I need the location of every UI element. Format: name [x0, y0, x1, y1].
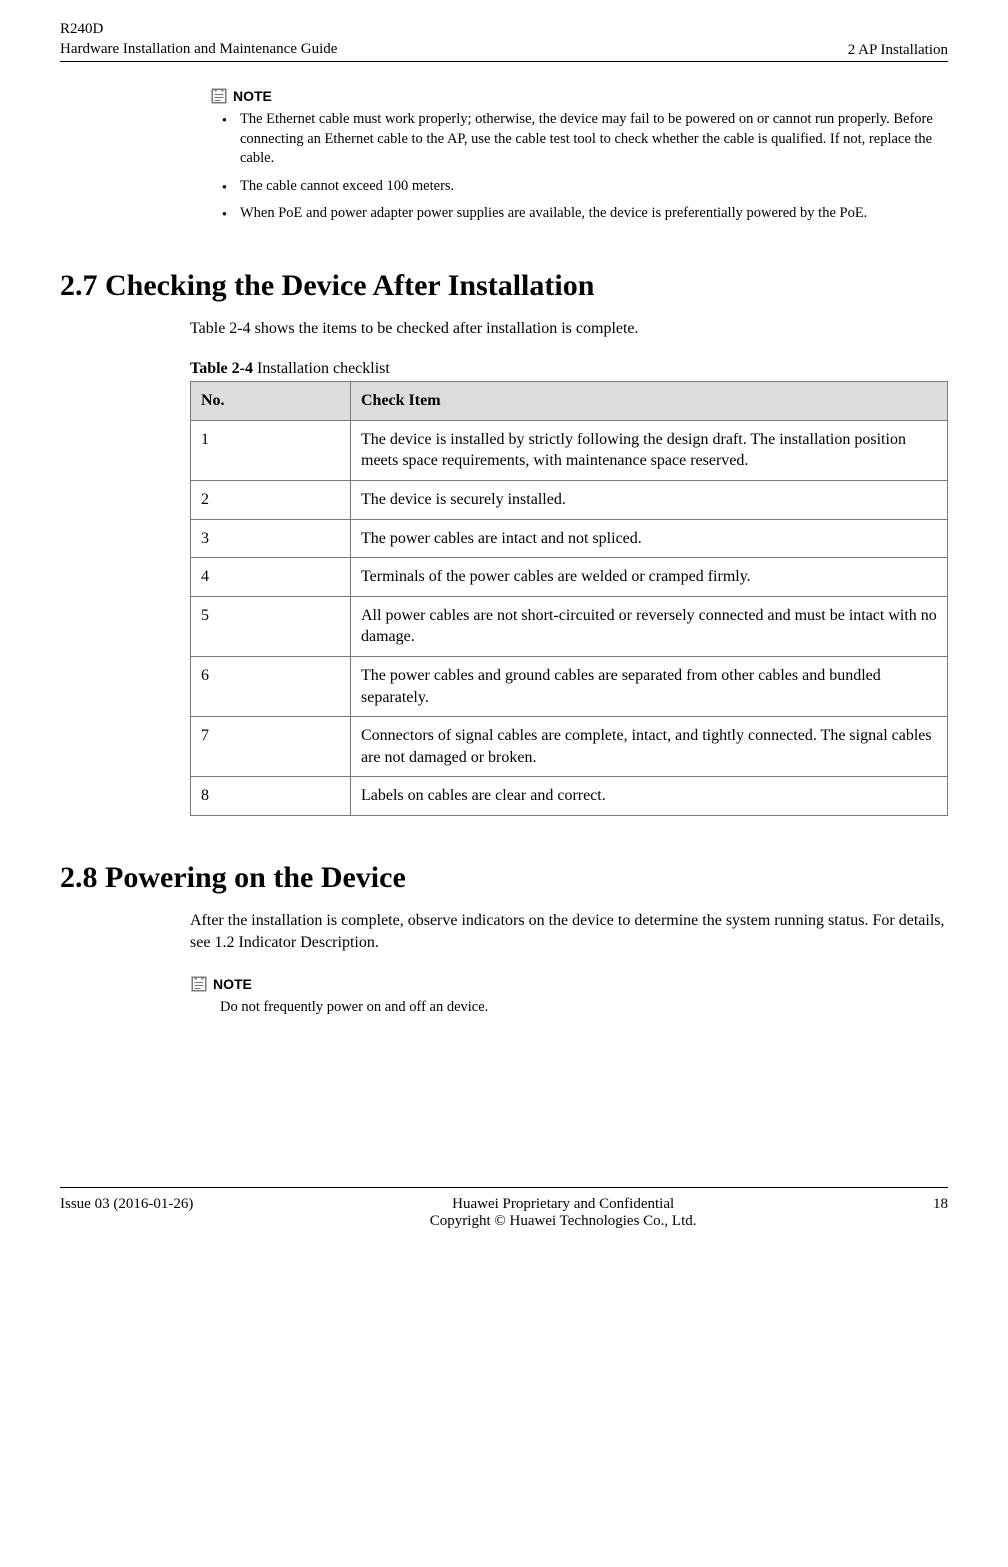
cell-no: 5: [191, 596, 351, 656]
page-footer: Issue 03 (2016-01-26) Huawei Proprietary…: [60, 1187, 948, 1230]
note-label: NOTE: [213, 976, 252, 992]
section-2-7-heading: 2.7 Checking the Device After Installati…: [60, 269, 948, 303]
header-left: R240D Hardware Installation and Maintena…: [60, 20, 337, 59]
table-row: 1 The device is installed by strictly fo…: [191, 420, 948, 480]
table-header-row: No. Check Item: [191, 382, 948, 421]
table-row: 5 All power cables are not short-circuit…: [191, 596, 948, 656]
note-item: The Ethernet cable must work properly; o…: [240, 110, 948, 169]
note-header: NOTE: [210, 87, 948, 105]
cell-item: Labels on cables are clear and correct.: [351, 777, 948, 816]
col-no: No.: [191, 382, 351, 421]
note-block-2: NOTE Do not frequently power on and off …: [190, 975, 948, 1018]
note-label: NOTE: [233, 88, 272, 104]
page-header: R240D Hardware Installation and Maintena…: [60, 20, 948, 62]
table-caption-text: Installation checklist: [253, 360, 390, 377]
cell-no: 3: [191, 519, 351, 558]
table-row: 4 Terminals of the power cables are weld…: [191, 558, 948, 597]
footer-center: Huawei Proprietary and Confidential Copy…: [193, 1196, 933, 1230]
cell-no: 4: [191, 558, 351, 597]
table-caption: Table 2-4 Installation checklist: [190, 360, 948, 378]
table-row: 8 Labels on cables are clear and correct…: [191, 777, 948, 816]
footer-proprietary: Huawei Proprietary and Confidential: [193, 1196, 933, 1213]
cell-no: 1: [191, 420, 351, 480]
indicator-link[interactable]: 1.2 Indicator Description: [214, 934, 374, 951]
cell-no: 8: [191, 777, 351, 816]
footer-copyright: Copyright © Huawei Technologies Co., Ltd…: [193, 1213, 933, 1230]
model-number: R240D: [60, 20, 337, 40]
doc-title: Hardware Installation and Maintenance Gu…: [60, 40, 337, 60]
note-icon: [190, 975, 208, 993]
table-row: 6 The power cables and ground cables are…: [191, 656, 948, 716]
section-2-7-intro: Table 2-4 shows the items to be checked …: [190, 318, 948, 340]
col-check-item: Check Item: [351, 382, 948, 421]
cell-item: The power cables and ground cables are s…: [351, 656, 948, 716]
note-item: The cable cannot exceed 100 meters.: [240, 177, 948, 197]
cell-no: 2: [191, 480, 351, 519]
cell-item: Connectors of signal cables are complete…: [351, 717, 948, 777]
note-item: When PoE and power adapter power supplie…: [240, 204, 948, 224]
table-ref-link[interactable]: Table 2-4: [190, 320, 251, 337]
note-header: NOTE: [190, 975, 948, 993]
cell-item: The device is installed by strictly foll…: [351, 420, 948, 480]
footer-page-number: 18: [933, 1196, 948, 1213]
table-caption-number: Table 2-4: [190, 360, 253, 377]
note-list: The Ethernet cable must work properly; o…: [210, 110, 948, 224]
installation-checklist-table: No. Check Item 1 The device is installed…: [190, 381, 948, 816]
footer-issue: Issue 03 (2016-01-26): [60, 1196, 193, 1213]
cell-item: The power cables are intact and not spli…: [351, 519, 948, 558]
note-text: Do not frequently power on and off an de…: [220, 998, 948, 1018]
section-2-8-heading: 2.8 Powering on the Device: [60, 861, 948, 895]
section-2-8-body: After the installation is complete, obse…: [190, 910, 948, 955]
body-suffix: .: [375, 934, 379, 951]
chapter-label: 2 AP Installation: [848, 42, 948, 59]
note-icon: [210, 87, 228, 105]
table-row: 7 Connectors of signal cables are comple…: [191, 717, 948, 777]
table-row: 3 The power cables are intact and not sp…: [191, 519, 948, 558]
cell-item: Terminals of the power cables are welded…: [351, 558, 948, 597]
cell-item: The device is securely installed.: [351, 480, 948, 519]
table-row: 2 The device is securely installed.: [191, 480, 948, 519]
note-block-1: NOTE The Ethernet cable must work proper…: [210, 87, 948, 224]
cell-item: All power cables are not short-circuited…: [351, 596, 948, 656]
cell-no: 6: [191, 656, 351, 716]
intro-text: shows the items to be checked after inst…: [251, 320, 639, 337]
cell-no: 7: [191, 717, 351, 777]
